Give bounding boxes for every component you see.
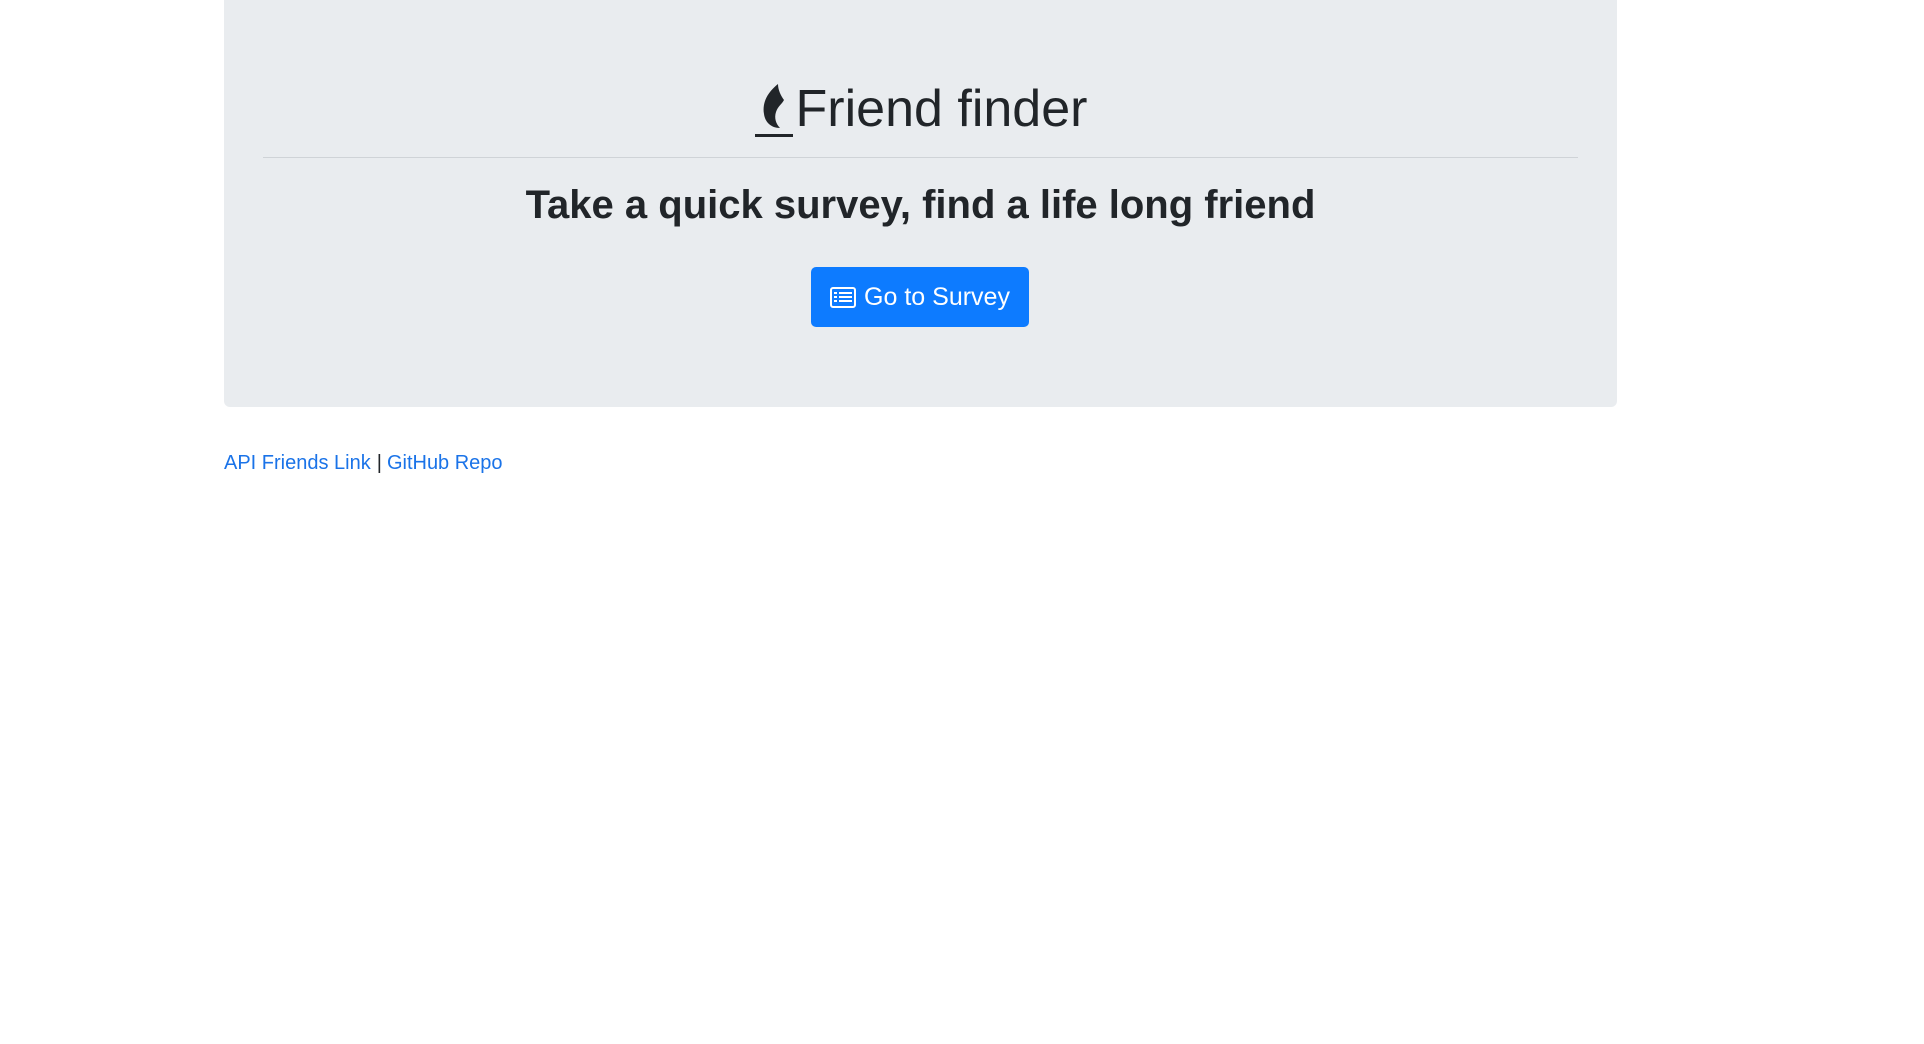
tagline: Take a quick survey, find a life long fr…	[525, 183, 1316, 227]
list-alt-icon	[830, 286, 857, 308]
github-repo-link[interactable]: GitHub Repo	[387, 452, 503, 474]
brand: Friend finder	[224, 76, 1617, 140]
footer: API Friends Link | GitHub Repo	[224, 449, 503, 477]
go-to-survey-button[interactable]: Go to Survey	[811, 267, 1029, 327]
api-friends-link[interactable]: API Friends Link	[224, 452, 371, 474]
go-to-survey-label: Go to Survey	[864, 282, 1010, 311]
flame-icon	[754, 84, 793, 137]
page-title: Friend finder	[795, 80, 1088, 138]
footer-separator: |	[376, 452, 382, 474]
divider	[263, 157, 1578, 158]
jumbotron: Friend finder Take a quick survey, find …	[224, 0, 1617, 407]
